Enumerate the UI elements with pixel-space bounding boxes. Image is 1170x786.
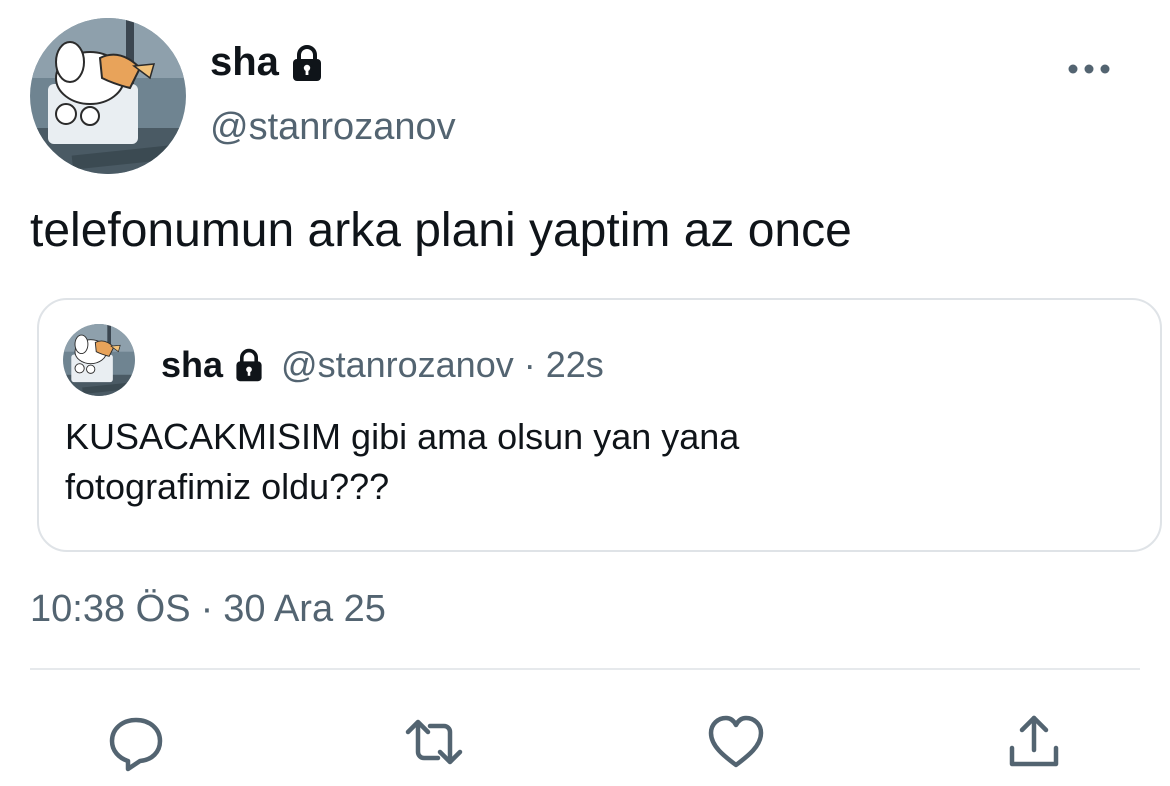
divider — [30, 668, 1140, 670]
quoted-author-avatar — [63, 324, 135, 396]
tweet-timestamp[interactable]: 10:38 ÖS · 30 Ara 25 — [30, 584, 386, 634]
quoted-tweet-card[interactable]: sha @stanrozanov · 22s KUSACAKMISIM gibi… — [37, 298, 1162, 552]
quoted-tweet-header: sha @stanrozanov · 22s — [161, 342, 604, 388]
quoted-tweet-text: KUSACAKMISIM gibi ama olsun yan yana fot… — [65, 412, 1125, 512]
retweet-icon — [405, 719, 463, 765]
author-name-row: sha — [210, 38, 327, 86]
more-options-button[interactable] — [1064, 52, 1114, 86]
timestamp-separator: · — [200, 588, 214, 630]
reply-icon — [109, 717, 163, 772]
tweet: sha @stanrozanov telefonumun arka plani … — [0, 0, 1170, 786]
author-avatar[interactable] — [30, 18, 186, 174]
like-button[interactable] — [706, 712, 766, 772]
ellipsis-icon — [1068, 64, 1110, 74]
quoted-separator: · — [523, 344, 536, 385]
heart-icon — [708, 715, 764, 768]
author-handle[interactable]: @stanrozanov — [210, 104, 456, 150]
quoted-author-display-name: sha — [161, 344, 224, 385]
retweet-button[interactable] — [404, 712, 464, 772]
tweet-time: 10:38 ÖS — [30, 588, 191, 630]
tweet-text: telefonumun arka plani yaptim az once — [30, 204, 852, 257]
quoted-relative-time: 22s — [545, 344, 604, 385]
avatar-image — [30, 18, 186, 174]
share-icon — [1009, 715, 1059, 767]
tweet-date: 30 Ara 25 — [223, 588, 386, 630]
reply-button[interactable] — [106, 712, 166, 772]
quoted-author-handle: @stanrozanov — [281, 344, 514, 385]
author-display-name[interactable]: sha — [210, 38, 279, 86]
lock-icon — [287, 43, 327, 83]
share-button[interactable] — [1004, 712, 1064, 772]
lock-icon — [231, 347, 267, 383]
quoted-text-line-1: KUSACAKMISIM gibi ama olsun yan yana — [65, 416, 740, 457]
quoted-text-line-2: fotografimiz oldu??? — [65, 466, 390, 507]
avatar-image — [63, 324, 135, 396]
